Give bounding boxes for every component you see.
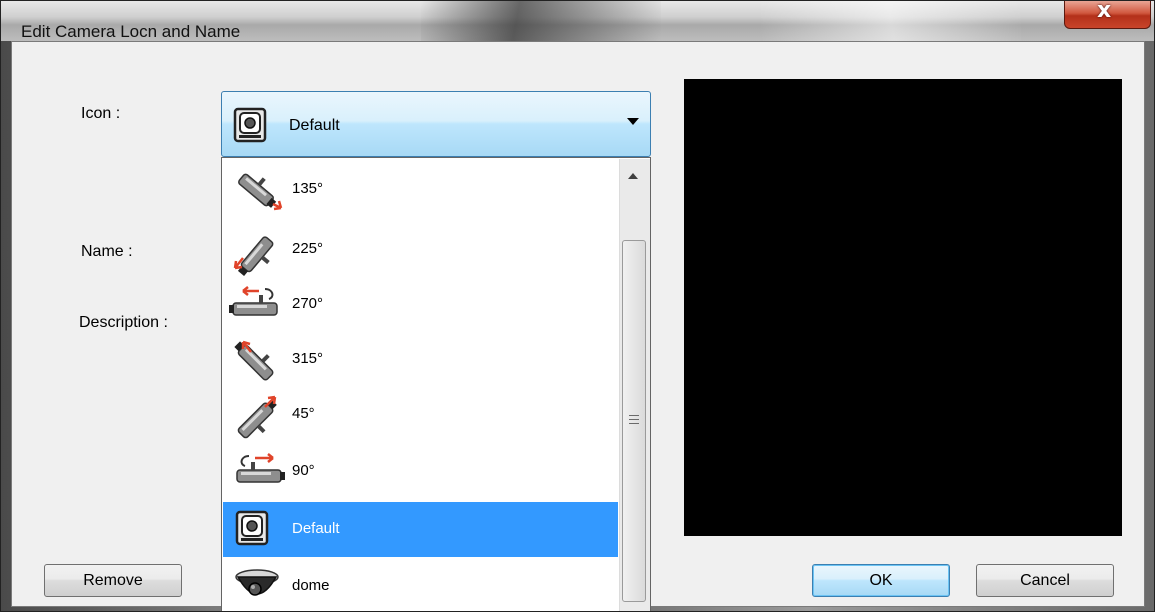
title-bar-reflection	[421, 1, 661, 41]
dropdown-option-225[interactable]: 225°	[223, 222, 618, 277]
camera-ptz-icon	[233, 107, 267, 143]
close-icon[interactable]: x	[1097, 1, 1111, 23]
icon-select[interactable]	[221, 91, 651, 157]
dropdown-option-135[interactable]: 135°	[223, 162, 618, 217]
camera-45-icon	[237, 395, 277, 439]
scrollbar-thumb[interactable]	[622, 240, 646, 602]
remove-button[interactable]: Remove	[44, 564, 182, 597]
camera-270-icon	[229, 286, 278, 316]
dropdown-option-dome[interactable]: dome	[223, 559, 618, 611]
dropdown-option-label: 270°	[292, 295, 324, 312]
dropdown-option-label: 135°	[292, 180, 324, 197]
cancel-button[interactable]: Cancel	[976, 564, 1114, 597]
icon-label: Icon :	[81, 105, 121, 122]
dropdown-option-label: 315°	[292, 350, 324, 367]
icon-select-value: Default	[289, 117, 340, 134]
camera-315-icon	[234, 340, 274, 381]
dropdown-option-45[interactable]: 45°	[223, 387, 618, 442]
title-bar[interactable]: Edit Camera Locn and Name	[1, 1, 1154, 41]
dialog-window: Edit Camera Locn and Name x Icon : Name …	[0, 0, 1155, 612]
dropdown-option-label: 225°	[292, 240, 324, 257]
dropdown-option-270[interactable]: 270°	[223, 277, 618, 332]
dropdown-option-315[interactable]: 315°	[223, 332, 618, 387]
camera-90-icon	[236, 453, 285, 483]
scrollbar-grip-line	[629, 423, 639, 424]
dropdown-option-label: dome	[292, 577, 330, 594]
camera-preview	[684, 79, 1122, 536]
dropdown-option-label: 90°	[292, 462, 315, 479]
scrollbar-grip-line	[629, 415, 639, 416]
dropdown-option-default[interactable]: Default	[223, 502, 618, 557]
camera-225-icon	[233, 236, 274, 276]
ok-button[interactable]: OK	[812, 564, 950, 597]
title-bar-highlight	[761, 1, 1021, 41]
scrollbar-grip-line	[629, 419, 639, 420]
name-label: Name :	[81, 243, 133, 260]
chevron-down-icon[interactable]	[627, 118, 639, 125]
camera-ptz-icon	[235, 510, 269, 546]
scroll-up-icon[interactable]	[628, 173, 638, 179]
dropdown-option-label: Default	[292, 520, 340, 537]
dome-camera-icon	[235, 569, 279, 596]
dropdown-option-label: 45°	[292, 405, 315, 422]
description-label: Description :	[79, 314, 168, 331]
dropdown-option-90[interactable]: 90°	[223, 444, 618, 499]
camera-135-icon	[238, 173, 283, 211]
dialog-title: Edit Camera Locn and Name	[21, 22, 241, 41]
